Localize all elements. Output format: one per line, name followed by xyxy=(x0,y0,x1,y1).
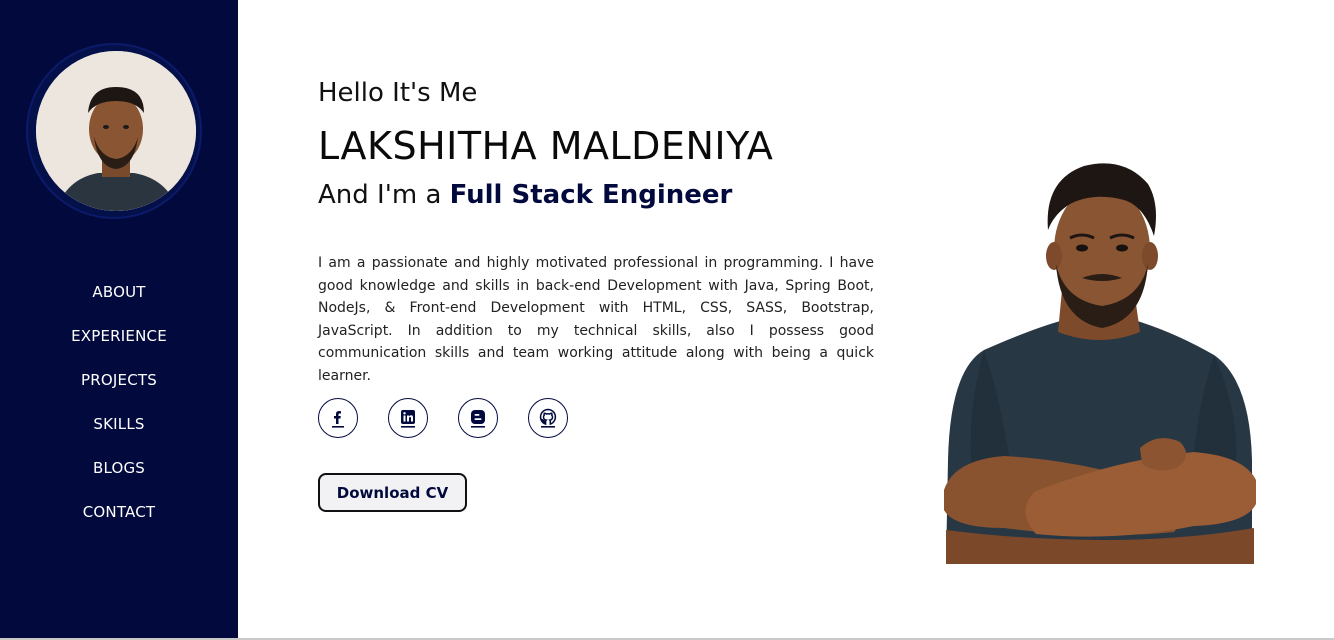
facebook-icon xyxy=(332,411,344,428)
nav-item-skills[interactable]: SKILLS xyxy=(0,402,238,446)
bio-paragraph: I am a passionate and highly motivated p… xyxy=(318,255,874,384)
nav-item-experience[interactable]: EXPERIENCE xyxy=(0,314,238,358)
nav-item-blogs[interactable]: BLOGS xyxy=(0,446,238,490)
download-cv-button[interactable]: Download CV xyxy=(318,473,467,512)
page-title: LAKSHITHA MALDENIYA xyxy=(318,124,774,168)
nav-item-about[interactable]: ABOUT xyxy=(0,270,238,314)
profile-photo xyxy=(944,160,1256,564)
sidebar-nav: ABOUT EXPERIENCE PROJECTS SKILLS BLOGS C… xyxy=(0,270,238,534)
avatar-ring xyxy=(26,43,202,219)
greeting-text: Hello It's Me xyxy=(318,78,478,108)
linkedin-link[interactable] xyxy=(388,398,428,438)
nav-item-contact[interactable]: CONTACT xyxy=(0,490,238,534)
blogger-link[interactable] xyxy=(458,398,498,438)
social-links xyxy=(318,398,598,438)
avatar xyxy=(36,51,196,211)
nav-item-projects[interactable]: PROJECTS xyxy=(0,358,238,402)
role-heading: And I'm a Full Stack Engineer xyxy=(318,180,732,210)
linkedin-icon xyxy=(401,410,415,428)
github-link[interactable] xyxy=(528,398,568,438)
github-icon xyxy=(539,408,557,428)
sidebar: ABOUT EXPERIENCE PROJECTS SKILLS BLOGS C… xyxy=(0,0,238,638)
blogger-icon xyxy=(471,410,485,428)
role-title: Full Stack Engineer xyxy=(449,180,733,210)
facebook-link[interactable] xyxy=(318,398,358,438)
role-prefix: And I'm a xyxy=(318,180,450,210)
avatar-photo xyxy=(36,51,196,211)
profile-photo-illustration xyxy=(944,163,1256,564)
